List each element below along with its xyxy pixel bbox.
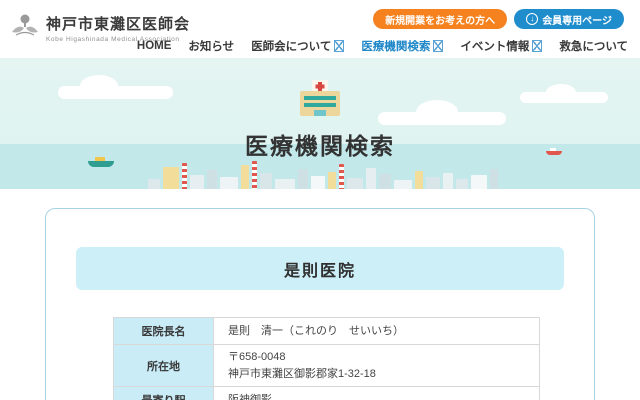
header-cta-row: 新規開業をお考えの方へ ↓ 会員専用ページ: [373, 9, 624, 29]
building-decoration: [443, 173, 453, 189]
building-decoration: [148, 179, 160, 189]
building-decoration: [311, 176, 325, 189]
new-practice-label: 新規開業をお考えの方へ: [385, 12, 495, 27]
building-decoration: [456, 179, 468, 189]
clinic-name: 是則医院: [284, 257, 356, 281]
clinic-detail-card: 是則医院 医院長名 是則 清一（これのり せいいち） 所在地 〒658-0048…: [45, 208, 595, 400]
nav-item-facility-search[interactable]: 医療機関検索: [361, 38, 443, 54]
members-page-label: 会員専用ページ: [542, 12, 612, 27]
nav-item-emergency[interactable]: 救急について: [559, 38, 628, 54]
table-row: 所在地 〒658-0048 神戸市東灘区御影郡家1-32-18: [114, 345, 540, 387]
building-decoration: [260, 173, 272, 189]
nav-item-events[interactable]: イベント情報: [460, 38, 542, 54]
building-decoration: [394, 180, 412, 189]
detail-value-address: 〒658-0048 神戸市東灘区御影郡家1-32-18: [214, 345, 540, 387]
page-title: 医療機関検索: [0, 127, 640, 161]
building-decoration: [471, 175, 487, 189]
broken-image-box-icon: [433, 40, 443, 52]
new-practice-button[interactable]: 新規開業をお考えの方へ: [373, 9, 507, 29]
building-decoration: [347, 178, 363, 189]
broken-image-box-icon: [532, 40, 542, 52]
clinic-detail-table: 医院長名 是則 清一（これのり せいいち） 所在地 〒658-0048 神戸市東…: [113, 317, 540, 400]
building-decoration: [182, 163, 187, 189]
members-page-button[interactable]: ↓ 会員専用ページ: [514, 9, 624, 29]
site-title: 神戸市東灘区医師会: [46, 13, 190, 34]
nav-item-news[interactable]: お知らせ: [188, 38, 234, 54]
building-decoration: [207, 170, 217, 189]
building-decoration: [190, 175, 204, 189]
building-decoration: [366, 168, 376, 189]
building-decoration: [339, 164, 344, 189]
table-row: 最寄り駅 阪神御影: [114, 387, 540, 400]
building-decoration: [275, 179, 295, 189]
clinic-name-banner: 是則医院: [76, 247, 564, 290]
nav-item-about[interactable]: 医師会について: [251, 38, 344, 54]
boat-icon: [88, 161, 114, 167]
main-nav: HOME お知らせ 医師会について 医療機関検索 イベント情報 救急について: [137, 38, 628, 54]
hospital-building-icon: [297, 105, 343, 122]
medical-association-crest-icon: [10, 12, 40, 43]
building-decoration: [241, 165, 249, 189]
nav-item-home[interactable]: HOME: [137, 40, 172, 52]
site-header: 神戸市東灘区医師会 Kobe Higashinada Medical Assoc…: [0, 0, 640, 58]
detail-value-director: 是則 清一（これのり せいいち）: [214, 318, 540, 345]
building-decoration: [426, 177, 440, 189]
building-decoration: [328, 172, 336, 189]
main-content: 是則医院 医院長名 是則 清一（これのり せいいち） 所在地 〒658-0048…: [0, 189, 640, 400]
building-decoration: [490, 169, 498, 189]
building-decoration: [163, 167, 179, 189]
broken-image-box-icon: [334, 40, 344, 52]
building-decoration: [298, 169, 308, 189]
building-decoration: [252, 161, 257, 189]
detail-value-station: 阪神御影: [214, 387, 540, 400]
hero-banner: 医療機関検索: [0, 58, 640, 189]
building-decoration: [415, 171, 423, 189]
table-row: 医院長名 是則 清一（これのり せいいち）: [114, 318, 540, 345]
detail-label-director: 医院長名: [114, 318, 214, 345]
hero-content: 医療機関検索: [0, 80, 640, 161]
building-decoration: [379, 174, 391, 189]
building-decoration: [220, 177, 238, 189]
detail-label-address: 所在地: [114, 345, 214, 387]
detail-label-station: 最寄り駅: [114, 387, 214, 400]
circle-down-arrow-icon: ↓: [526, 13, 538, 25]
